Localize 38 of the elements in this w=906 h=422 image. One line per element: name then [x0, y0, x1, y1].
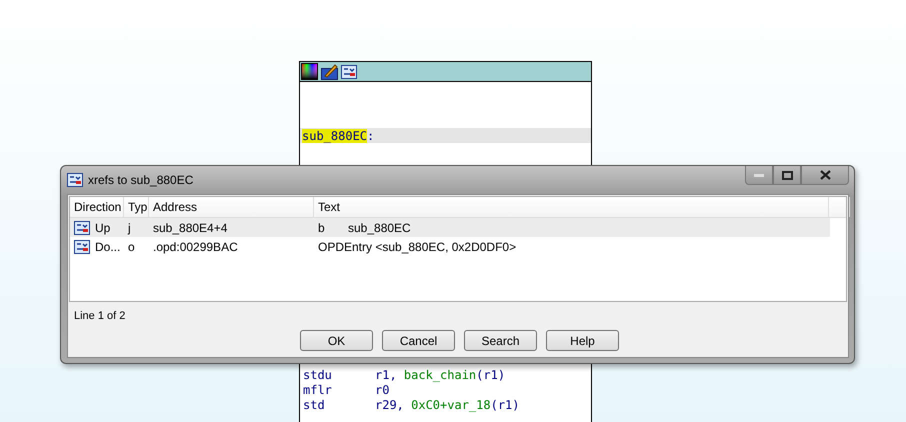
- xref-icon: [74, 240, 90, 254]
- maximize-button[interactable]: [773, 166, 801, 185]
- table-cell: sub_880E4+4: [153, 220, 228, 234]
- colon: :: [367, 128, 374, 142]
- table-cell: o: [128, 240, 135, 254]
- table-cell: .opd:00299BAC: [153, 240, 238, 254]
- instruction-mnemonic: stdu: [303, 368, 333, 383]
- close-button[interactable]: [801, 166, 849, 185]
- instruction-operands: r0: [375, 383, 390, 398]
- window-title: xrefs to sub_880EC: [88, 173, 194, 187]
- dialog-button[interactable]: OK: [300, 330, 373, 351]
- column-header[interactable]: Address: [149, 197, 314, 217]
- table-cell: Do...: [95, 240, 120, 254]
- xref-icon: [74, 220, 90, 234]
- xref-icon: [67, 173, 83, 187]
- dialog-button[interactable]: Search: [464, 330, 537, 351]
- table-cell: j: [128, 220, 131, 234]
- table-cell: OPDEntry <sub_880EC, 0x2D0DF0>: [318, 240, 516, 254]
- instruction-operands: r29, 0xC0+var_18(r1): [375, 398, 520, 413]
- instruction-mnemonic: mflr: [303, 383, 333, 398]
- close-icon: [820, 170, 830, 180]
- maximize-icon: [782, 170, 792, 180]
- column-header[interactable]: Typ: [124, 197, 149, 217]
- column-header[interactable]: Direction: [70, 197, 124, 217]
- pencil-icon[interactable]: [321, 63, 338, 80]
- color-palette-icon[interactable]: [301, 63, 318, 80]
- function-label: sub_880EC: [302, 128, 368, 142]
- instruction-operands: r1, back_chain(r1): [375, 368, 506, 383]
- column-header[interactable]: Text: [314, 197, 829, 217]
- table-cell: b sub_880EC: [318, 220, 411, 234]
- status-text: Line 1 of 2: [73, 309, 126, 324]
- table-cell: Up: [95, 220, 110, 234]
- dialog-button[interactable]: Cancel: [382, 330, 455, 351]
- xref-icon: [341, 64, 357, 78]
- minimize-icon: [754, 174, 764, 176]
- xref-row[interactable]: Up j sub_880E4+4 b sub_880EC: [70, 218, 830, 237]
- dialog-button[interactable]: Help: [546, 330, 619, 351]
- instruction-mnemonic: std: [303, 398, 326, 413]
